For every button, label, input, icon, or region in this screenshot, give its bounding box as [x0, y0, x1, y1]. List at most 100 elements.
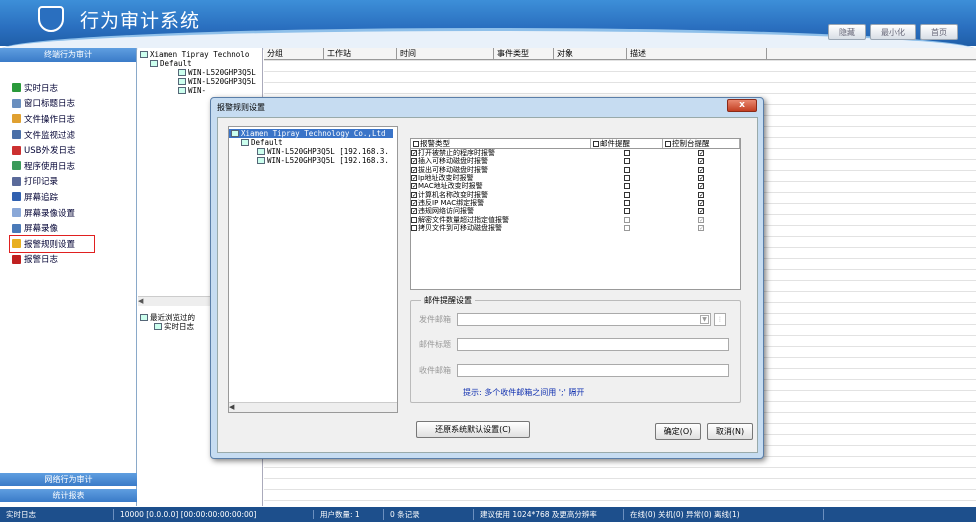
- mail-all-checkbox[interactable]: [593, 140, 599, 147]
- alarm-enable-checkbox[interactable]: [411, 208, 417, 215]
- alarm-type-cell: MAC地址改变时报警: [411, 182, 591, 190]
- dialog-tree-scrollbar[interactable]: ◀: [229, 402, 397, 412]
- alarm-enable-checkbox[interactable]: [411, 150, 417, 157]
- sidebar-item-label: 屏幕录像设置: [24, 208, 76, 219]
- header-mail[interactable]: 邮件提醒: [591, 139, 663, 148]
- computer-icon: [178, 69, 186, 76]
- close-icon[interactable]: x: [727, 99, 757, 112]
- sidebar-header[interactable]: 终端行为审计: [0, 48, 136, 62]
- mail-checkbox[interactable]: [623, 216, 630, 223]
- sidebar-item[interactable]: 屏幕录像设置: [12, 205, 136, 221]
- header-label: 邮件提醒: [600, 139, 630, 148]
- tree-group[interactable]: Default: [138, 59, 262, 68]
- sidebar-item[interactable]: 打印记录: [12, 174, 136, 190]
- mail-checkbox[interactable]: [623, 199, 630, 206]
- select-all-checkbox[interactable]: [413, 140, 419, 147]
- home-button[interactable]: 首页: [920, 24, 958, 40]
- console-checkbox[interactable]: [698, 183, 704, 190]
- sidebar: 终端行为审计 实时日志 窗口标题日志 文件操作日志文件监视过滤 USB外发日志 程序使用…: [0, 48, 137, 506]
- tree-node-label: WIN-: [188, 86, 207, 95]
- sidebar-item[interactable]: 报警规则设置: [9, 234, 95, 253]
- console-checkbox[interactable]: [698, 158, 704, 165]
- grid-column-header[interactable]: 分组: [264, 48, 324, 60]
- alarm-enable-checkbox[interactable]: [411, 191, 417, 198]
- sidebar-item[interactable]: 文件监视过滤: [12, 127, 136, 143]
- grid-column-header[interactable]: 时间: [397, 48, 494, 60]
- chevron-down-icon[interactable]: ▼: [700, 315, 709, 324]
- alarm-enable-checkbox[interactable]: [411, 166, 417, 173]
- console-cell: [663, 150, 740, 157]
- alarm-row: 拷贝文件到可移动磁盘报警: [411, 224, 740, 232]
- mail-cell: [591, 208, 663, 215]
- mail-checkbox[interactable]: [623, 208, 630, 215]
- sidebar-footer-network[interactable]: 网络行为审计: [0, 473, 137, 486]
- dialog-tree-node[interactable]: WIN-L520GHP3Q5L [192.168.3.: [229, 156, 397, 165]
- sidebar-item[interactable]: 窗口标题日志: [12, 96, 136, 112]
- mail-checkbox[interactable]: [623, 224, 630, 231]
- sidebar-item[interactable]: 屏幕录像: [12, 220, 136, 236]
- tree-node[interactable]: WIN-L520GHP3Q5L: [138, 68, 262, 77]
- mail-config-button[interactable]: ⋮: [714, 313, 726, 326]
- dialog-tree-node[interactable]: WIN-L520GHP3Q5L [192.168.3.: [229, 147, 397, 156]
- subject-input[interactable]: [457, 338, 729, 351]
- sidebar-item[interactable]: 程序使用日志: [12, 158, 136, 174]
- scroll-left-icon[interactable]: ◀: [229, 403, 234, 411]
- sidebar-item-label: 屏幕追踪: [24, 192, 59, 203]
- tree-root[interactable]: Xiamen Tipray Technolo: [138, 50, 262, 59]
- alarm-enable-checkbox[interactable]: [411, 199, 417, 206]
- console-checkbox[interactable]: [698, 216, 704, 223]
- restore-defaults-button[interactable]: 还原系统默认设置(C): [416, 421, 530, 438]
- header-alarm-type[interactable]: 报警类型: [411, 139, 591, 148]
- tree-node[interactable]: WIN-: [138, 86, 262, 95]
- console-checkbox[interactable]: [698, 208, 704, 215]
- console-checkbox[interactable]: [698, 199, 704, 206]
- header-console[interactable]: 控制台提醒: [663, 139, 740, 148]
- grid-column-header[interactable]: 事件类型: [494, 48, 554, 60]
- mail-cell: [591, 199, 663, 206]
- console-checkbox[interactable]: [698, 166, 704, 173]
- dialog-tree-root[interactable]: Xiamen Tipray Technology Co.,Ltd: [229, 129, 393, 138]
- minimize-button[interactable]: 最小化: [870, 24, 916, 40]
- mail-checkbox[interactable]: [623, 183, 630, 190]
- alarm-enable-checkbox[interactable]: [411, 158, 417, 165]
- cancel-button[interactable]: 取消(N): [707, 423, 753, 440]
- console-checkbox[interactable]: [698, 224, 704, 231]
- sender-select[interactable]: ▼: [457, 313, 711, 326]
- status-field: 实时日志: [0, 509, 114, 520]
- sidebar-item[interactable]: 屏幕追踪: [12, 189, 136, 205]
- dialog-tree-group[interactable]: Default: [229, 138, 397, 147]
- sidebar-footer-stats[interactable]: 统计报表: [0, 489, 137, 502]
- alarm-enable-checkbox[interactable]: [411, 175, 417, 182]
- alarm-enable-checkbox[interactable]: [411, 183, 417, 190]
- sidebar-item[interactable]: USB外发日志: [12, 142, 136, 158]
- alarm-type-label: 计算机名称改变时报警: [418, 190, 488, 199]
- console-checkbox[interactable]: [698, 150, 704, 157]
- sidebar-item[interactable]: 文件操作日志: [12, 111, 136, 127]
- mail-checkbox[interactable]: [623, 166, 630, 173]
- sidebar-item-label: 文件监视过滤: [24, 130, 76, 141]
- mail-checkbox[interactable]: [623, 158, 630, 165]
- alarm-type-table: 报警类型 邮件提醒 控制台提醒 打开被禁止的程序时报警插入可移动磁盘时报警拔出可…: [410, 138, 741, 290]
- mail-checkbox[interactable]: [623, 150, 630, 157]
- mail-checkbox[interactable]: [623, 191, 630, 198]
- recent-item-label: 实时日志: [164, 322, 194, 331]
- grid-column-header[interactable]: 描述: [627, 48, 767, 60]
- receiver-input[interactable]: [457, 364, 729, 377]
- grid-column-header[interactable]: 工作站: [324, 48, 397, 60]
- alarm-enable-checkbox[interactable]: [411, 224, 417, 231]
- hide-button[interactable]: 隐藏: [828, 24, 866, 40]
- alarm-type-label: 拷贝文件到可移动磁盘报警: [418, 223, 502, 232]
- grid-column-header[interactable]: 对象: [554, 48, 627, 60]
- alarm-log-icon: [12, 254, 21, 264]
- alarm-type-label: 拔出可移动磁盘时报警: [418, 165, 488, 174]
- alarm-enable-checkbox[interactable]: [411, 216, 417, 223]
- sidebar-item[interactable]: 报警日志: [12, 252, 136, 268]
- console-checkbox[interactable]: [698, 175, 704, 182]
- mail-checkbox[interactable]: [623, 175, 630, 182]
- tree-node[interactable]: WIN-L520GHP3Q5L: [138, 77, 262, 86]
- ok-button[interactable]: 确定(O): [655, 423, 701, 440]
- sidebar-item[interactable]: 实时日志: [12, 80, 136, 96]
- scroll-left-icon[interactable]: ◀: [138, 297, 143, 305]
- console-checkbox[interactable]: [698, 191, 704, 198]
- console-all-checkbox[interactable]: [665, 140, 671, 147]
